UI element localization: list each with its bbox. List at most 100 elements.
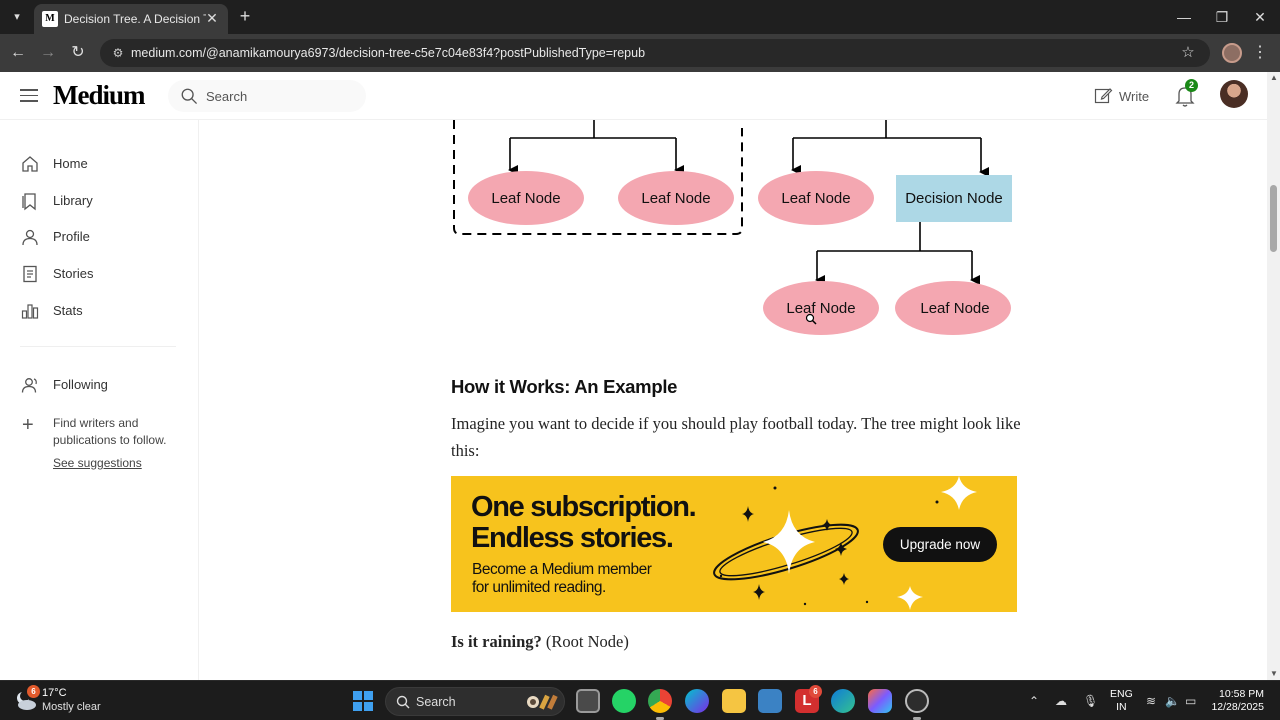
sidebar-item-label: Library bbox=[53, 193, 93, 208]
sidebar: Home Library Profile Stories Stats Follo… bbox=[0, 120, 199, 680]
sidebar-item-following[interactable]: Following bbox=[20, 373, 108, 397]
sidebar-item-stories[interactable]: Stories bbox=[20, 262, 93, 286]
sidebar-item-profile[interactable]: Profile bbox=[20, 225, 90, 249]
bar-chart-icon bbox=[21, 304, 39, 319]
back-icon[interactable]: ← bbox=[7, 42, 29, 64]
decision-tree-diagram: Leaf Node Leaf Node Leaf Node Decision N… bbox=[453, 120, 1012, 335]
minimize-icon[interactable]: — bbox=[1173, 6, 1195, 28]
leaf-node: Leaf Node bbox=[763, 281, 879, 335]
taskbar-search[interactable]: Search bbox=[385, 687, 565, 716]
star-icon[interactable]: ☆ bbox=[1178, 43, 1198, 63]
system-clock[interactable]: 10:58 PM 12/28/2025 bbox=[1208, 688, 1264, 714]
write-button[interactable]: Write bbox=[1093, 86, 1149, 106]
l-app-badge: 6 bbox=[809, 685, 822, 698]
write-icon bbox=[1094, 88, 1113, 104]
scroll-down-arrow-icon[interactable]: ▼ bbox=[1270, 670, 1278, 678]
wifi-icon[interactable]: ≋ bbox=[1146, 693, 1156, 709]
promo-subtext: Become a Medium member for unlimited rea… bbox=[472, 561, 652, 597]
medium-header: Medium Write 2 bbox=[0, 72, 1267, 120]
search-input[interactable] bbox=[206, 86, 356, 106]
language-indicator[interactable]: ENG IN bbox=[1110, 688, 1133, 714]
question-note: (Root Node) bbox=[541, 632, 629, 651]
copilot-icon[interactable] bbox=[868, 689, 892, 713]
medium-logo[interactable]: Medium bbox=[53, 80, 145, 111]
article-paragraph: Imagine you want to decide if you should… bbox=[451, 414, 1021, 460]
bookmark-icon bbox=[22, 193, 36, 211]
promo-headline-line: One subscription. bbox=[471, 491, 697, 523]
tab-list-icon[interactable]: ▾ bbox=[8, 8, 26, 26]
menu-icon[interactable] bbox=[20, 85, 40, 107]
browser-profile-avatar[interactable] bbox=[1222, 43, 1242, 63]
plus-icon[interactable]: + bbox=[236, 7, 254, 25]
microphone-icon[interactable]: 🎙 bbox=[1083, 693, 1098, 709]
window-close-icon[interactable]: ✕ bbox=[1249, 6, 1271, 28]
weather-badge: 6 bbox=[27, 685, 40, 698]
sidebar-divider bbox=[20, 346, 176, 347]
taskbar-search-label: Search bbox=[416, 695, 456, 709]
section-heading: How it Works: An Example bbox=[451, 376, 678, 397]
sidebar-item-library[interactable]: Library bbox=[20, 189, 93, 213]
screen: ▾ M Decision Tree. A Decision Tree is a.… bbox=[0, 0, 1280, 720]
close-icon[interactable]: ✕ bbox=[204, 10, 220, 26]
edge-icon[interactable] bbox=[831, 689, 855, 713]
scroll-up-arrow-icon[interactable]: ▲ bbox=[1270, 74, 1278, 82]
question-bold: Is it raining? bbox=[451, 632, 542, 651]
chrome-icon[interactable] bbox=[648, 689, 672, 713]
store-icon[interactable] bbox=[758, 689, 782, 713]
decision-node: Decision Node bbox=[896, 175, 1012, 222]
right-subtree-connector bbox=[793, 120, 981, 139]
site-info-icon[interactable]: ⚙ bbox=[110, 45, 126, 61]
volume-icon[interactable]: 🔈 bbox=[1165, 693, 1180, 709]
search-icon bbox=[181, 88, 197, 104]
address-bar[interactable]: ⚙ medium.com/@anamikamourya6973/decision… bbox=[100, 39, 1210, 67]
membership-promo-banner[interactable]: One subscription. Endless stories. Becom… bbox=[451, 476, 1017, 612]
onedrive-icon[interactable]: ☁ bbox=[1055, 693, 1067, 709]
node-label: Leaf Node bbox=[781, 190, 850, 207]
file-explorer-icon[interactable] bbox=[722, 689, 746, 713]
restore-icon[interactable]: ❐ bbox=[1211, 6, 1233, 28]
browser-toolbar: ← → ↻ ⚙ medium.com/@anamikamourya6973/de… bbox=[0, 34, 1280, 72]
people-icon bbox=[21, 378, 37, 393]
clock-date: 12/28/2025 bbox=[1211, 701, 1264, 713]
more-icon[interactable]: ⋮ bbox=[1252, 42, 1268, 64]
medium-favicon-icon: M bbox=[42, 11, 58, 27]
canva-icon[interactable] bbox=[685, 689, 709, 713]
promo-subtext-line: Become a Medium member bbox=[472, 561, 652, 578]
settings-icon[interactable] bbox=[905, 689, 929, 713]
page-scrollbar[interactable]: ▲ ▼ bbox=[1267, 72, 1280, 680]
leaf-node: Leaf Node bbox=[895, 281, 1011, 335]
sidebar-item-label: Profile bbox=[53, 229, 90, 244]
weather-temperature: 17°C bbox=[42, 687, 67, 699]
scroll-thumb[interactable] bbox=[1270, 185, 1277, 252]
node-label: Leaf Node bbox=[491, 190, 560, 207]
tab-title: Decision Tree. A Decision Tree is a... bbox=[64, 12, 206, 26]
decision-node-connector bbox=[817, 222, 972, 252]
tray-overflow-icon[interactable]: ⌃ bbox=[1029, 693, 1039, 709]
find-writers-text: Find writers and publications to follow. bbox=[53, 416, 167, 447]
promo-subtext-line: for unlimited reading. bbox=[472, 579, 606, 596]
node-label: Leaf Node bbox=[920, 300, 989, 317]
avatar[interactable] bbox=[1220, 80, 1248, 108]
sidebar-item-stats[interactable]: Stats bbox=[20, 299, 83, 323]
windows-start-icon[interactable] bbox=[353, 691, 373, 711]
weather-condition: Mostly clear bbox=[42, 701, 101, 713]
reload-icon[interactable]: ↻ bbox=[67, 42, 89, 64]
sidebar-item-label: Home bbox=[53, 156, 88, 171]
upgrade-now-button[interactable]: Upgrade now bbox=[883, 527, 997, 562]
see-suggestions-link[interactable]: See suggestions bbox=[53, 456, 142, 470]
sidebar-item-label: Stats bbox=[53, 303, 83, 318]
battery-icon[interactable]: ▭ bbox=[1185, 693, 1196, 709]
write-label: Write bbox=[1119, 88, 1150, 104]
browser-tab[interactable]: M Decision Tree. A Decision Tree is a...… bbox=[34, 4, 228, 34]
node-label: Leaf Node bbox=[641, 190, 710, 207]
node-label: Decision Node bbox=[905, 190, 1003, 207]
forward-icon[interactable]: → bbox=[37, 42, 59, 64]
sidebar-item-home[interactable]: Home bbox=[20, 152, 88, 176]
task-view-icon[interactable] bbox=[576, 689, 600, 713]
whatsapp-icon[interactable] bbox=[612, 689, 636, 713]
sidebar-item-label: Stories bbox=[53, 266, 94, 281]
promo-headline-line: Endless stories. bbox=[471, 522, 674, 554]
left-subtree-connector bbox=[510, 120, 676, 139]
search-bar[interactable] bbox=[168, 80, 366, 112]
plus-icon[interactable]: + bbox=[22, 415, 40, 435]
